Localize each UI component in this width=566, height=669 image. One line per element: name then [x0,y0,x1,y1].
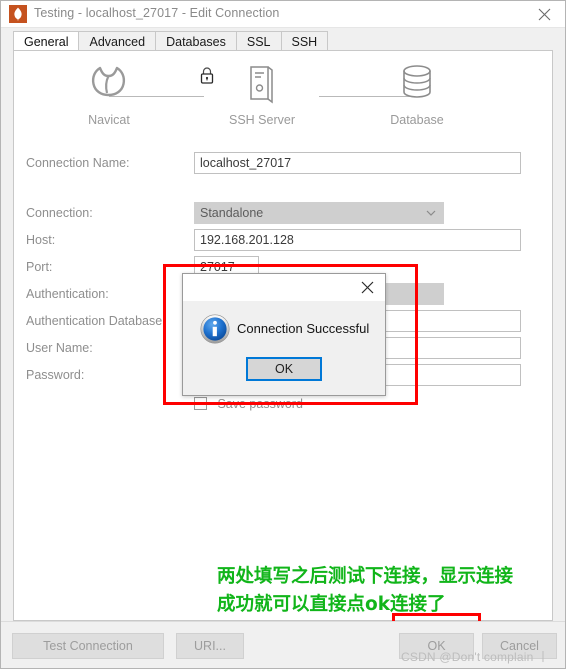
save-password-checkbox[interactable] [194,397,207,410]
annotation-line-2: 成功就可以直接点ok连接了 [217,594,446,615]
chevron-down-icon [426,203,436,223]
label-port: Port: [26,260,53,274]
dialog-ok-button[interactable]: OK [246,357,322,381]
connection-type-value: Standalone [200,206,264,220]
connection-successful-dialog: Connection Successful OK [182,273,386,396]
title-bar: Testing - localhost_27017 - Edit Connect… [1,1,565,28]
label-authentication-database: Authentication Database [26,314,163,328]
form-row-connection-name: Connection Name: localhost_27017 [14,152,552,174]
save-password-label: Save password [217,397,303,411]
form-row-connection-type: Connection: Standalone [14,202,552,224]
info-circle-icon [200,314,230,344]
topology-label-database: Database [390,113,444,127]
annotation-line-1: 两处填写之后测试下连接，显示连接 [217,566,514,587]
test-connection-button[interactable]: Test Connection [12,633,164,659]
label-authentication: Authentication: [26,287,109,301]
mongodb-leaf-icon [9,5,27,23]
topology-node-database: Database [362,59,472,127]
topology-label-ssh-server: SSH Server [229,113,295,127]
save-password-checkbox-row[interactable]: Save password [194,395,303,413]
topology-node-ssh-server: SSH Server [207,59,317,127]
label-password: Password: [26,368,85,382]
window-title: Testing - localhost_27017 - Edit Connect… [34,6,280,20]
dialog-message: Connection Successful [237,321,370,336]
uri-button[interactable]: URI... [176,633,244,659]
form-row-host: Host: 192.168.201.128 [14,229,552,251]
connection-name-input[interactable]: localhost_27017 [194,152,521,174]
server-tower-icon [207,59,317,107]
dialog-close-icon[interactable] [352,276,382,298]
label-user-name: User Name: [26,341,93,355]
topology-node-navicat: Navicat [54,59,164,127]
watermark-text: CSDN @Don't complain 丨 [401,650,550,664]
connection-type-select[interactable]: Standalone [194,202,444,224]
edit-connection-window: Testing - localhost_27017 - Edit Connect… [0,0,566,669]
host-input[interactable]: 192.168.201.128 [194,229,521,251]
close-icon[interactable] [527,3,561,26]
label-connection-name: Connection Name: [26,156,130,170]
connection-topology-diagram: Navicat SSH Server Database [14,59,552,144]
dialog-body: Connection Successful OK [183,301,385,395]
navicat-logo-icon [54,59,164,107]
dialog-title-bar [183,274,385,301]
label-connection-type: Connection: [26,206,93,220]
label-host: Host: [26,233,56,247]
annotation-note: 两处填写之后测试下连接，显示连接 成功就可以直接点ok连接了 [217,563,547,619]
topology-label-navicat: Navicat [88,113,130,127]
database-cylinder-icon [362,59,472,107]
